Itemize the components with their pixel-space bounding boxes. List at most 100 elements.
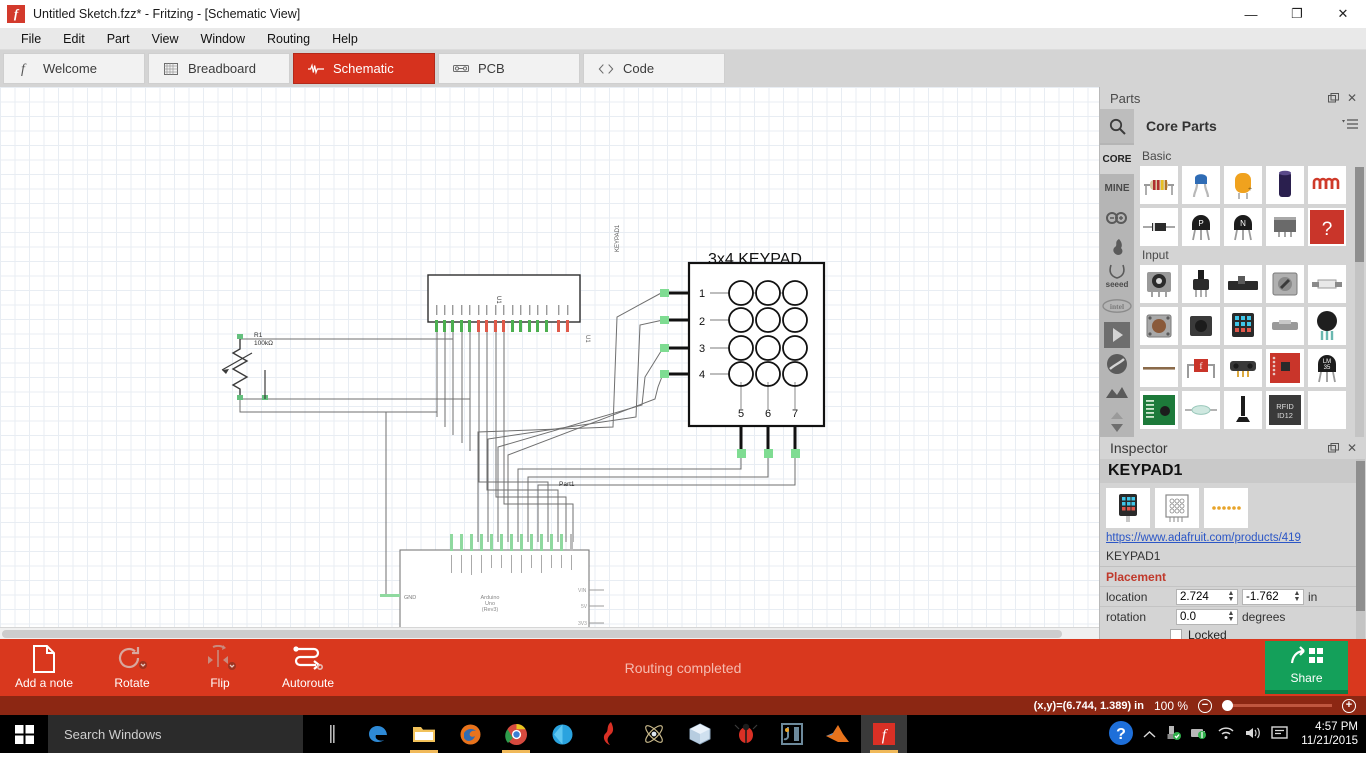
- schematic-canvas[interactable]: R1 100kΩ U1 U1 KEYPAD1 3x4 KEYPAD 1 2 3 …: [0, 87, 1100, 639]
- locked-checkbox[interactable]: [1170, 629, 1182, 639]
- part-rotary-encoder[interactable]: [1266, 265, 1304, 303]
- part-lm35-temp-sensor[interactable]: LM 35: [1308, 349, 1346, 387]
- part-rotary-potentiometer[interactable]: [1182, 265, 1220, 303]
- schematic-view-icon[interactable]: [1155, 488, 1199, 528]
- maximize-button[interactable]: ❐: [1274, 0, 1320, 28]
- part-micro-switch[interactable]: [1266, 307, 1304, 345]
- edge-icon[interactable]: [355, 715, 401, 753]
- tab-welcome[interactable]: f Welcome: [3, 53, 145, 84]
- ladybug-icon[interactable]: [723, 715, 769, 753]
- sparkfun-flame-icon[interactable]: [1100, 233, 1134, 262]
- part-inductor[interactable]: [1308, 166, 1346, 204]
- part-sensor-board[interactable]: [1140, 391, 1178, 429]
- action-center-icon[interactable]: [1271, 725, 1288, 743]
- chrome-icon[interactable]: [493, 715, 539, 753]
- part-rotary-switch[interactable]: [1140, 307, 1178, 345]
- menu-view[interactable]: View: [141, 30, 190, 48]
- part-mosfet[interactable]: [1266, 208, 1304, 246]
- tab-schematic[interactable]: Schematic: [293, 53, 435, 84]
- close-icon[interactable]: ✕: [1344, 440, 1360, 456]
- part-diode[interactable]: [1140, 208, 1178, 246]
- windows-logo-icon[interactable]: [0, 715, 48, 753]
- usb-safe-remove-icon[interactable]: [1165, 725, 1182, 744]
- fritzing-icon-1[interactable]: [585, 715, 631, 753]
- scrollbar-thumb[interactable]: [1356, 461, 1365, 611]
- scrollbar-thumb[interactable]: [1355, 167, 1364, 262]
- show-hidden-icons-icon[interactable]: [1143, 727, 1156, 742]
- inspector-scrollbar[interactable]: [1356, 459, 1365, 639]
- task-view-icon[interactable]: [309, 715, 355, 753]
- search-input[interactable]: Search Windows: [48, 715, 303, 753]
- search-icon[interactable]: [1100, 109, 1134, 143]
- hamburger-icon[interactable]: [1342, 119, 1366, 133]
- bin-core[interactable]: CORE: [1100, 145, 1134, 175]
- help-circle-icon[interactable]: ?: [1108, 720, 1134, 749]
- battery-icon[interactable]: [1190, 726, 1208, 743]
- location-x-stepper[interactable]: ▲▼: [1176, 588, 1238, 605]
- part-extra[interactable]: [1308, 391, 1346, 429]
- part-photo-interrupter[interactable]: f: [1182, 349, 1220, 387]
- zoom-slider[interactable]: [1222, 700, 1332, 711]
- volume-icon[interactable]: [1244, 726, 1262, 743]
- snootlab-icon[interactable]: [1100, 349, 1134, 378]
- parts-scrollbar[interactable]: [1355, 167, 1364, 437]
- parallax-icon[interactable]: [1100, 379, 1134, 408]
- canvas-horizontal-scrollbar[interactable]: [0, 627, 1099, 639]
- part-trimmer-potentiometer[interactable]: [1140, 265, 1178, 303]
- jetbrains-icon[interactable]: [769, 715, 815, 753]
- atom-icon[interactable]: [631, 715, 677, 753]
- part-accelerometer-board[interactable]: [1266, 349, 1304, 387]
- file-explorer-icon[interactable]: [401, 715, 447, 753]
- part-probe-sensor[interactable]: [1224, 391, 1262, 429]
- close-icon[interactable]: ✕: [1344, 90, 1360, 106]
- tab-code[interactable]: Code: [583, 53, 725, 84]
- bin-mine[interactable]: MINE: [1100, 174, 1134, 203]
- part-battery[interactable]: [1266, 166, 1304, 204]
- part-ceramic-capacitor[interactable]: [1182, 166, 1220, 204]
- share-button[interactable]: Share: [1265, 641, 1348, 694]
- scroll-bins-icon[interactable]: [1100, 408, 1134, 437]
- part-flex-sensor[interactable]: [1140, 349, 1178, 387]
- rotation-input[interactable]: [1177, 610, 1225, 623]
- menu-help[interactable]: Help: [321, 30, 369, 48]
- tab-pcb[interactable]: PCB: [438, 53, 580, 84]
- seeed-icon[interactable]: seeed: [1100, 262, 1134, 291]
- part-force-sensor[interactable]: [1308, 307, 1346, 345]
- part-keypad[interactable]: [1224, 307, 1262, 345]
- fritzing-taskbar-icon[interactable]: f: [861, 715, 907, 753]
- menu-window[interactable]: Window: [190, 30, 256, 48]
- zoom-out-button[interactable]: −: [1198, 698, 1212, 713]
- part-electrolytic-capacitor[interactable]: +: [1224, 166, 1262, 204]
- arduino-infinity-icon[interactable]: [1100, 203, 1134, 232]
- rotation-stepper[interactable]: ▲▼: [1176, 608, 1238, 625]
- play-bin-icon[interactable]: [1100, 320, 1134, 349]
- intel-icon[interactable]: intel: [1100, 291, 1134, 320]
- close-button[interactable]: ✕: [1320, 0, 1366, 28]
- wifi-icon[interactable]: [1217, 726, 1235, 743]
- part-npn-transistor[interactable]: N: [1224, 208, 1262, 246]
- part-unknown[interactable]: ?: [1308, 208, 1346, 246]
- menu-routing[interactable]: Routing: [256, 30, 321, 48]
- cube-3d-icon[interactable]: [677, 715, 723, 753]
- menu-file[interactable]: File: [10, 30, 52, 48]
- part-pnp-transistor[interactable]: P: [1182, 208, 1220, 246]
- part-slide-potentiometer[interactable]: [1224, 265, 1262, 303]
- part-ir-receiver[interactable]: [1224, 349, 1262, 387]
- part-tactile-switch[interactable]: [1182, 307, 1220, 345]
- menu-edit[interactable]: Edit: [52, 30, 96, 48]
- location-y-stepper[interactable]: ▲▼: [1242, 588, 1304, 605]
- stepper-arrows-icon[interactable]: ▲ ▼: [1225, 590, 1237, 604]
- scrollbar-thumb[interactable]: [2, 630, 1062, 638]
- float-icon[interactable]: [1325, 90, 1341, 106]
- clock[interactable]: 4:57 PM 11/21/2015: [1297, 720, 1358, 748]
- zoom-in-button[interactable]: +: [1342, 698, 1356, 713]
- parts-bin-content[interactable]: Basic + P N ? Input f LM 35 RFID ID12: [1134, 143, 1366, 437]
- part-rfid-id12[interactable]: RFID ID12: [1266, 391, 1304, 429]
- pcb-view-icon[interactable]: [1204, 488, 1248, 528]
- part-resistor[interactable]: [1140, 166, 1178, 204]
- tab-breadboard[interactable]: Breadboard: [148, 53, 290, 84]
- stepper-arrows-icon[interactable]: ▲ ▼: [1225, 610, 1237, 624]
- location-x-input[interactable]: [1177, 590, 1225, 603]
- zoom-slider-thumb[interactable]: [1222, 700, 1233, 711]
- skype-icon[interactable]: [539, 715, 585, 753]
